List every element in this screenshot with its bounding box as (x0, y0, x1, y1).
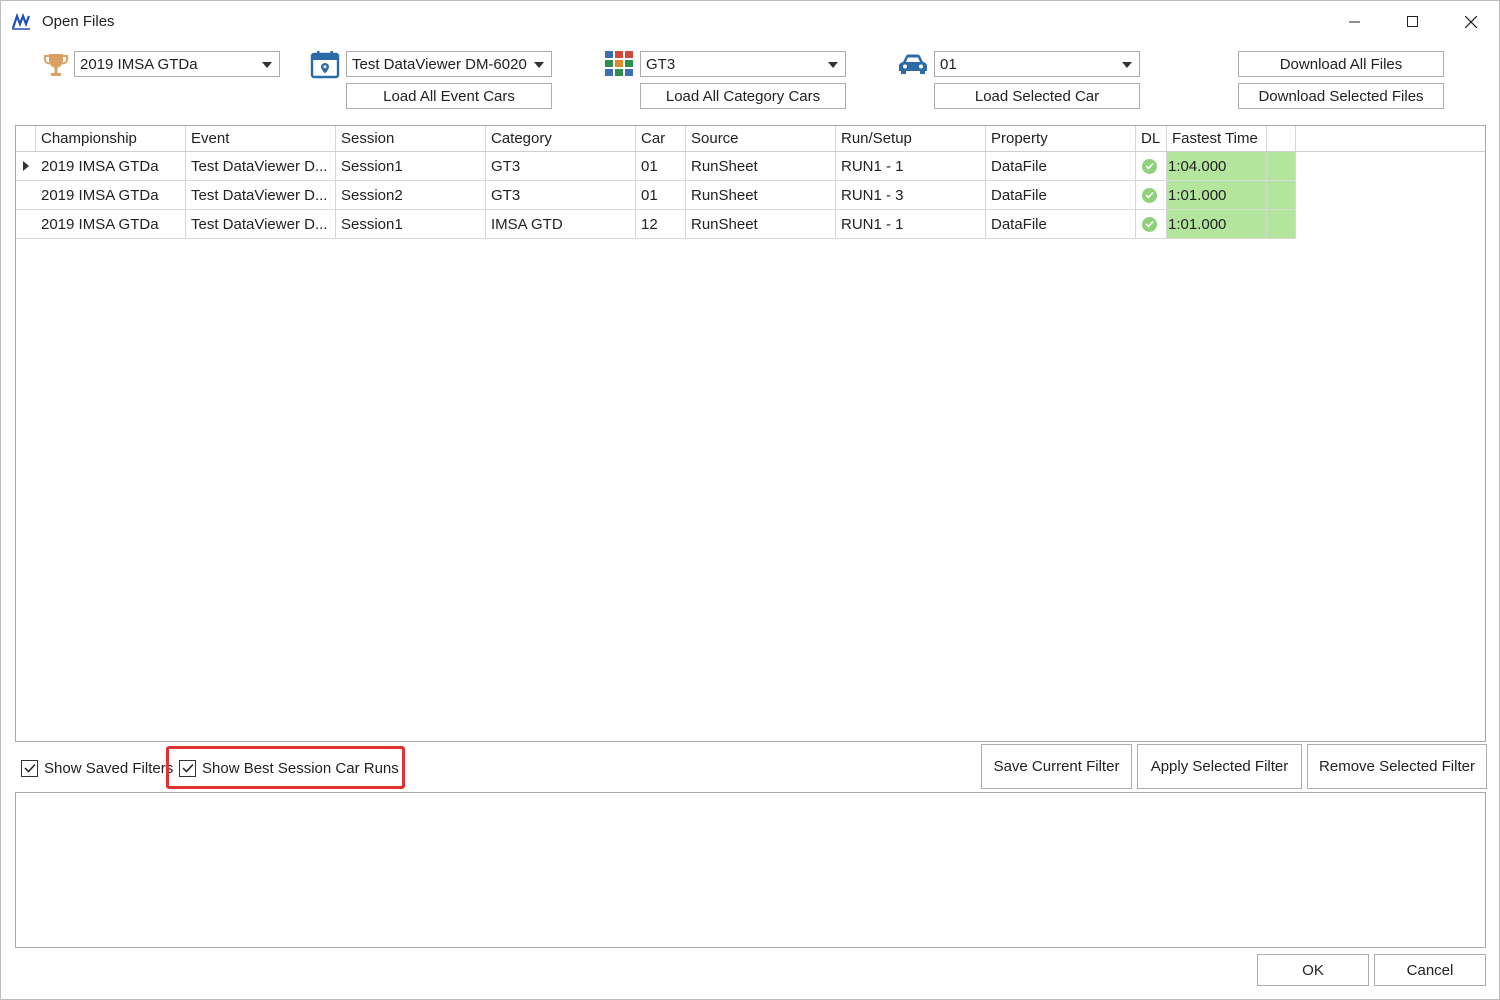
column-header-fastest-time[interactable]: Fastest Time (1167, 126, 1267, 151)
current-row-arrow-icon (16, 152, 36, 180)
show-best-session-car-runs-label: Show Best Session Car Runs (202, 759, 399, 777)
cell-source[interactable]: RunSheet (686, 181, 836, 209)
championship-value: 2019 IMSA GTDa (80, 55, 198, 73)
cell-category[interactable]: IMSA GTD (486, 210, 636, 238)
title-bar: Open Files (1, 1, 1499, 43)
ok-button[interactable]: OK (1257, 954, 1369, 986)
cell-championship[interactable]: 2019 IMSA GTDa (36, 181, 186, 209)
load-all-event-cars-button[interactable]: Load All Event Cars (346, 83, 552, 109)
files-grid[interactable]: Championship Event Session Category Car … (15, 125, 1486, 742)
cell-session[interactable]: Session2 (336, 181, 486, 209)
row-indicator (16, 210, 36, 238)
cell-car[interactable]: 01 (636, 152, 686, 180)
event-value: Test DataViewer DM-6020 (352, 55, 527, 73)
event-combobox[interactable]: Test DataViewer DM-6020 (346, 51, 552, 77)
cell-dl[interactable] (1136, 152, 1167, 180)
download-selected-files-button[interactable]: Download Selected Files (1238, 83, 1444, 109)
apply-selected-filter-button[interactable]: Apply Selected Filter (1137, 744, 1302, 789)
cell-event[interactable]: Test DataViewer D... (186, 152, 336, 180)
download-all-files-button[interactable]: Download All Files (1238, 51, 1444, 77)
column-header-event[interactable]: Event (186, 126, 336, 151)
downloaded-check-icon (1142, 216, 1157, 232)
chevron-down-icon (1122, 62, 1132, 68)
cell-property[interactable]: DataFile (986, 181, 1136, 209)
open-files-window: Open Files 2019 IMSA GTDa Test DataViewe… (0, 0, 1500, 1000)
cell-source[interactable]: RunSheet (686, 152, 836, 180)
cell-category[interactable]: GT3 (486, 181, 636, 209)
column-header-session[interactable]: Session (336, 126, 486, 151)
cell-dl[interactable] (1136, 181, 1167, 209)
cell-championship[interactable]: 2019 IMSA GTDa (36, 210, 186, 238)
cancel-button[interactable]: Cancel (1374, 954, 1486, 986)
table-row[interactable]: 2019 IMSA GTDa Test DataViewer D... Sess… (16, 210, 1296, 239)
cell-fastest-time[interactable]: 1:04.000 (1167, 152, 1267, 180)
chevron-down-icon (828, 62, 838, 68)
column-header-extra[interactable] (1267, 126, 1296, 151)
chevron-down-icon (534, 62, 544, 68)
column-header-property[interactable]: Property (986, 126, 1136, 151)
cell-dl[interactable] (1136, 210, 1167, 238)
cell-extra[interactable] (1267, 210, 1296, 238)
trophy-icon (42, 51, 70, 83)
car-value: 01 (940, 55, 957, 73)
cell-session[interactable]: Session1 (336, 210, 486, 238)
column-header-source[interactable]: Source (686, 126, 836, 151)
car-combobox[interactable]: 01 (934, 51, 1140, 77)
cell-event[interactable]: Test DataViewer D... (186, 210, 336, 238)
remove-selected-filter-button[interactable]: Remove Selected Filter (1307, 744, 1487, 789)
downloaded-check-icon (1142, 187, 1157, 203)
cell-run-setup[interactable]: RUN1 - 1 (836, 210, 986, 238)
downloaded-check-icon (1142, 158, 1157, 174)
load-selected-car-button[interactable]: Load Selected Car (934, 83, 1140, 109)
window-title: Open Files (42, 13, 115, 30)
category-value: GT3 (646, 55, 676, 73)
grid-header: Championship Event Session Category Car … (16, 126, 1485, 152)
cell-event[interactable]: Test DataViewer D... (186, 181, 336, 209)
championship-combobox[interactable]: 2019 IMSA GTDa (74, 51, 280, 77)
calendar-pin-icon (310, 49, 340, 83)
checkbox-checked-icon (179, 759, 196, 777)
column-header-championship[interactable]: Championship (36, 126, 186, 151)
maximize-button[interactable] (1384, 1, 1442, 43)
checkbox-checked-icon (21, 759, 38, 777)
cell-fastest-time[interactable]: 1:01.000 (1167, 210, 1267, 238)
row-indicator-header (16, 126, 36, 151)
color-grid-icon (605, 51, 633, 81)
show-saved-filters-label: Show Saved Filters (44, 759, 174, 777)
column-header-category[interactable]: Category (486, 126, 636, 151)
column-header-car[interactable]: Car (636, 126, 686, 151)
minimize-button[interactable] (1326, 1, 1384, 43)
saved-filters-list[interactable] (15, 792, 1486, 948)
table-row[interactable]: 2019 IMSA GTDa Test DataViewer D... Sess… (16, 181, 1296, 210)
car-icon (898, 53, 928, 79)
load-all-category-cars-button[interactable]: Load All Category Cars (640, 83, 846, 109)
cell-run-setup[interactable]: RUN1 - 3 (836, 181, 986, 209)
cell-championship[interactable]: 2019 IMSA GTDa (36, 152, 186, 180)
cell-car[interactable]: 12 (636, 210, 686, 238)
cell-extra[interactable] (1267, 152, 1296, 180)
cell-run-setup[interactable]: RUN1 - 1 (836, 152, 986, 180)
save-current-filter-button[interactable]: Save Current Filter (981, 744, 1132, 789)
app-logo-icon (11, 12, 31, 32)
column-header-dl[interactable]: DL (1136, 126, 1167, 151)
cell-car[interactable]: 01 (636, 181, 686, 209)
cell-extra[interactable] (1267, 181, 1296, 209)
table-row[interactable]: 2019 IMSA GTDa Test DataViewer D... Sess… (16, 152, 1296, 181)
chevron-down-icon (262, 62, 272, 68)
cell-source[interactable]: RunSheet (686, 210, 836, 238)
close-button[interactable] (1442, 1, 1500, 43)
row-indicator (16, 181, 36, 209)
cell-property[interactable]: DataFile (986, 210, 1136, 238)
cell-category[interactable]: GT3 (486, 152, 636, 180)
show-best-session-car-runs-checkbox[interactable]: Show Best Session Car Runs (179, 757, 399, 779)
cell-session[interactable]: Session1 (336, 152, 486, 180)
show-saved-filters-checkbox[interactable]: Show Saved Filters (21, 757, 173, 779)
cell-property[interactable]: DataFile (986, 152, 1136, 180)
category-combobox[interactable]: GT3 (640, 51, 846, 77)
cell-fastest-time[interactable]: 1:01.000 (1167, 181, 1267, 209)
column-header-run-setup[interactable]: Run/Setup (836, 126, 986, 151)
